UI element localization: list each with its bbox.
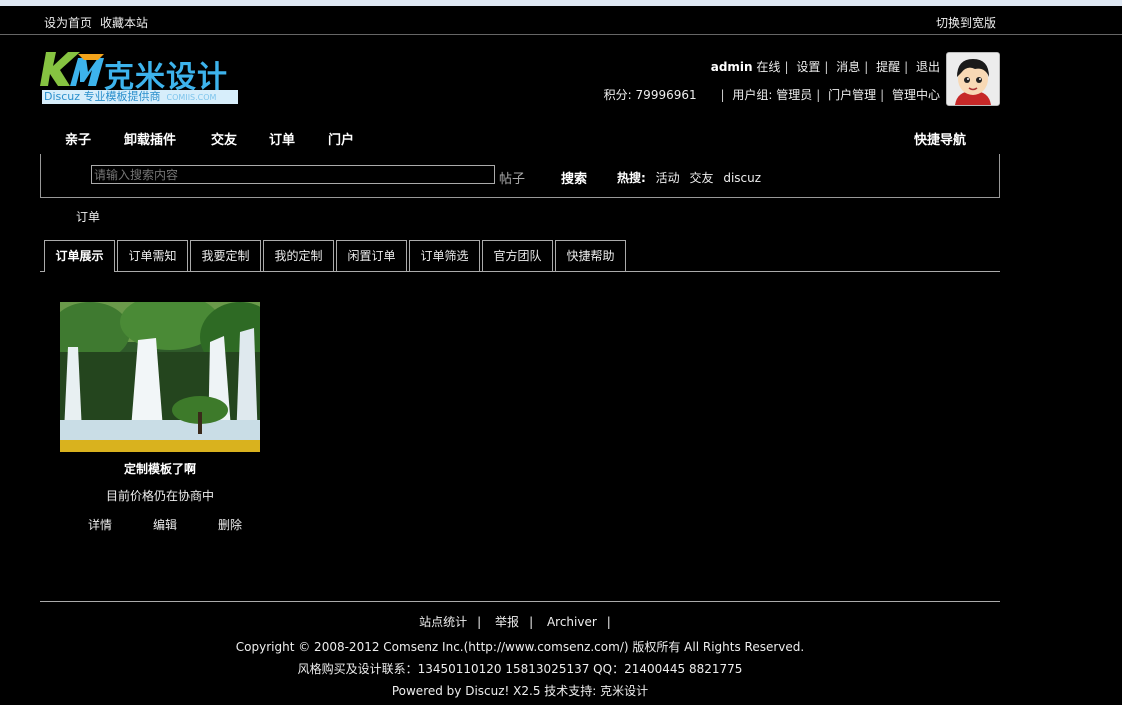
tab-customize[interactable]: 我要定制 [190,240,261,271]
reminders-link[interactable]: 提醒 [876,60,900,74]
portal-manage-link[interactable]: 门户管理 [828,88,876,102]
user-group-label: 用户组: [732,88,773,102]
footer-powered: Powered by Discuz! X2.5 技术支持: 克米设计 [391,684,649,698]
footer-divider [40,601,1000,602]
bookmark-link[interactable]: 收藏本站 [100,14,148,31]
search-bar: 帖子 搜索 热搜: 活动 交友 discuz [40,154,1000,198]
footer-contact: 风格购买及设计联系：13450110120 15813025137 QQ：214… [297,662,743,676]
online-status: 在线 [756,60,781,74]
hot-search-item[interactable]: 交友 [689,171,713,185]
user-info-line: admin 在线 | 设置 | 消息 | 提醒 | 退出 [710,60,940,74]
hot-search-label: 热搜: [617,171,646,185]
detail-link[interactable]: 详情 [88,516,112,533]
nav-item-parenting[interactable]: 亲子 [65,129,91,148]
user-group-value: 管理员 [776,88,813,102]
points-value: 79996961 [635,88,697,102]
set-home-link[interactable]: 设为首页 [44,14,92,31]
user-stats-line: 积分: 79996961 | 用户组: 管理员 | 门户管理 | 管理中心 [603,88,940,102]
order-actions: 详情 编辑 删除 [60,516,260,532]
site-logo[interactable]: 克米设计 Discuz 专业模板提供商 COMIIS.COM [40,52,240,108]
quick-nav-link[interactable]: 快捷导航 [914,129,966,148]
breadcrumb[interactable]: 订单 [76,208,100,225]
top-toolbar: 设为首页 收藏本站 切换到宽版 [0,6,1122,35]
archiver-link[interactable]: Archiver [547,615,597,629]
logo-mark-icon [40,52,104,86]
edit-link[interactable]: 编辑 [153,516,177,533]
nav-item-orders[interactable]: 订单 [269,129,295,148]
order-thumbnail-waterfall[interactable] [60,302,260,452]
tab-my-custom[interactable]: 我的定制 [263,240,334,271]
order-price-status: 目前价格仍在协商中 [105,489,214,503]
delete-link[interactable]: 删除 [218,516,242,533]
tab-order-display[interactable]: 订单展示 [44,240,115,272]
nav-item-portal[interactable]: 门户 [328,129,354,148]
hot-search-item[interactable]: 活动 [656,171,680,185]
order-card: 定制模板了啊 目前价格仍在协商中 详情 编辑 删除 [60,302,260,532]
tab-order-filter[interactable]: 订单筛选 [409,240,480,271]
logout-link[interactable]: 退出 [916,60,940,74]
user-group-link[interactable]: 用户组: 管理员 [732,88,812,102]
report-link[interactable]: 举报 [495,615,519,629]
points-label: 积分: [603,88,632,102]
tab-quick-help[interactable]: 快捷帮助 [555,240,626,271]
tab-order-notice[interactable]: 订单需知 [117,240,188,271]
username-link[interactable]: admin [711,60,753,74]
site-stats-link[interactable]: 站点统计 [419,615,467,629]
search-input[interactable] [91,165,495,184]
search-scope-select[interactable]: 帖子 [499,168,525,187]
tab-official-team[interactable]: 官方团队 [482,240,553,271]
nav-item-dating[interactable]: 交友 [211,129,237,148]
nav-item-uninstall-plugin[interactable]: 卸载插件 [124,129,176,148]
order-tabs: 订单展示 订单需知 我要定制 我的定制 闲置订单 订单筛选 官方团队 快捷帮助 [40,240,1000,272]
logo-tagline-text: Discuz 专业模板提供商 [44,90,161,103]
tab-idle-orders[interactable]: 闲置订单 [336,240,407,271]
main-nav: 亲子 卸载插件 交友 订单 门户 快捷导航 [40,118,1000,154]
order-title[interactable]: 定制模板了啊 [60,460,260,477]
switch-width-link[interactable]: 切换到宽版 [936,14,996,31]
footer-copyright: Copyright © 2008-2012 Comsenz Inc.(http:… [235,640,805,654]
avatar-cartoon-icon [947,53,999,105]
logo-tagline: Discuz 专业模板提供商 COMIIS.COM [42,90,238,104]
footer-links: 站点统计 | 举报 | Archiver | [419,615,611,629]
avatar[interactable] [946,52,1000,106]
search-button[interactable]: 搜索 [561,168,587,187]
hot-search: 热搜: 活动 交友 discuz [617,169,761,186]
logo-domain-text: COMIIS.COM [166,93,217,102]
messages-link[interactable]: 消息 [836,60,860,74]
settings-link[interactable]: 设置 [796,60,820,74]
admin-center-link[interactable]: 管理中心 [892,88,940,102]
hot-search-item[interactable]: discuz [723,171,761,185]
points-link[interactable]: 积分: 79996961 [604,88,697,102]
